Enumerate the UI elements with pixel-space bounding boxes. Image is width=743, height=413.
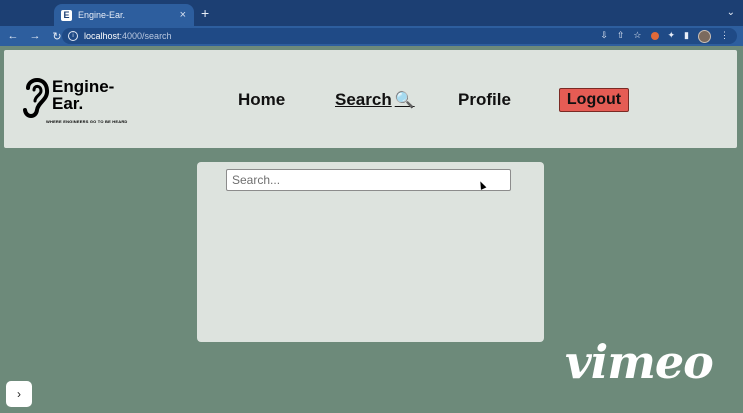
nav-home-link[interactable]: Home bbox=[238, 90, 285, 110]
favicon-icon: E bbox=[61, 9, 72, 21]
bookmark-star-icon[interactable]: ☆ bbox=[633, 30, 641, 43]
address-bar[interactable]: i localhost:4000/search ⇩ ⇧ ☆ ✦ ▮ ⋮ bbox=[62, 28, 737, 44]
tab-search-icon[interactable]: ⌄ bbox=[727, 7, 735, 18]
browser-toolbar: ← → ↻ i localhost:4000/search ⇩ ⇧ ☆ ✦ ▮ … bbox=[0, 26, 743, 46]
puzzle-icon[interactable]: ✦ bbox=[668, 30, 676, 43]
ear-logo-icon bbox=[23, 78, 50, 118]
search-panel bbox=[197, 162, 544, 342]
back-icon[interactable]: ← bbox=[4, 30, 22, 42]
more-icon[interactable]: ⋮ bbox=[720, 30, 729, 43]
sidebar-icon[interactable]: ▮ bbox=[684, 30, 689, 43]
nav-profile-link[interactable]: Profile bbox=[458, 90, 511, 110]
search-icon: 🔍 bbox=[394, 92, 415, 109]
logo-wordmark[interactable]: Engine- Ear. bbox=[52, 78, 114, 112]
install-icon[interactable]: ⇩ bbox=[600, 30, 608, 43]
new-tab-icon[interactable]: + bbox=[201, 6, 209, 20]
nav-search-link[interactable]: Search 🔍 bbox=[335, 90, 415, 110]
logo-tagline: WHERE ENGINEERS GO TO BE HEARD bbox=[46, 119, 128, 124]
browser-tabbar: E Engine-Ear. × + ⌄ bbox=[0, 0, 743, 26]
extension-icon[interactable] bbox=[650, 32, 659, 40]
search-input[interactable] bbox=[226, 169, 511, 191]
site-header: Engine- Ear. WHERE ENGINEERS GO TO BE HE… bbox=[4, 50, 737, 148]
expand-button[interactable]: › bbox=[6, 381, 32, 407]
close-icon[interactable]: × bbox=[180, 9, 186, 21]
vimeo-watermark: vimeo bbox=[565, 335, 714, 389]
tab-title: Engine-Ear. bbox=[78, 10, 126, 20]
info-icon[interactable]: i bbox=[68, 31, 78, 41]
browser-tab[interactable]: E Engine-Ear. × bbox=[54, 4, 194, 26]
logout-button[interactable]: Logout bbox=[559, 88, 629, 112]
forward-icon[interactable]: → bbox=[26, 30, 44, 42]
share-icon[interactable]: ⇧ bbox=[617, 30, 625, 43]
profile-avatar[interactable] bbox=[698, 30, 711, 43]
url-text: localhost:4000/search bbox=[84, 31, 172, 41]
